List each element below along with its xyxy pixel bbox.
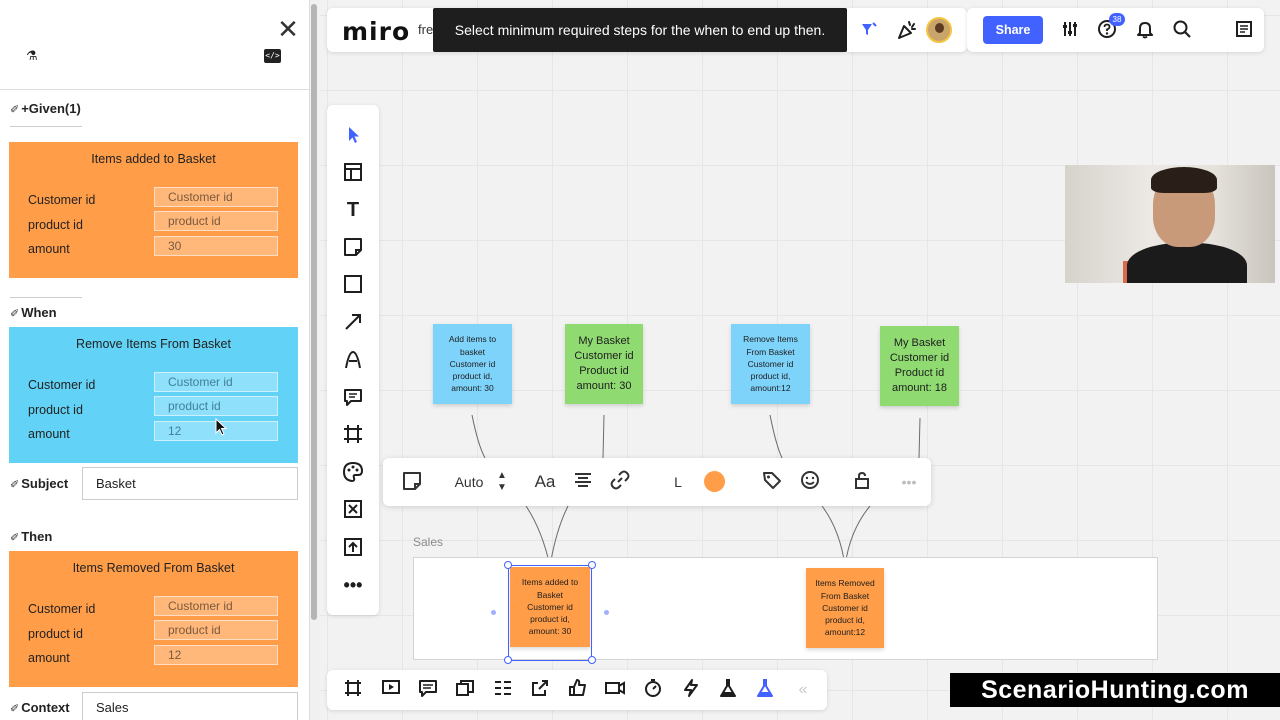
given-section-label[interactable]: ✐ +Given(1) [10, 101, 81, 116]
connector-dot[interactable] [604, 610, 609, 615]
field-label: product id [28, 627, 83, 641]
context-section-label: ✐ Context [10, 700, 70, 715]
then-card: Items Removed From Basket Customer id Cu… [9, 551, 298, 687]
field-label: amount [28, 242, 70, 256]
given-card-title: Items added to Basket [91, 152, 216, 166]
context-label: Context [21, 700, 70, 715]
product-id-input[interactable]: product id [154, 211, 278, 231]
close-icon[interactable]: ✕ [276, 16, 300, 42]
kanban-icon[interactable] [491, 678, 515, 702]
collapse-toolbar-icon[interactable]: « [791, 678, 815, 702]
scenario-panel: ✕ ⚗ </> ✐ +Given(1) Items added to Basket… [0, 0, 310, 720]
sticky-note[interactable]: Add items to basket Customer id product … [433, 324, 512, 404]
given-card: Items added to Basket Customer id Custom… [9, 142, 298, 278]
flask-active-icon[interactable] [753, 678, 777, 702]
sticky-note[interactable]: Items Removed From Basket Customer id pr… [806, 568, 884, 648]
frame-label[interactable]: Sales [413, 535, 443, 549]
flask-icon[interactable] [716, 678, 740, 702]
customer-id-input[interactable]: Customer id [154, 187, 278, 207]
divider [10, 297, 82, 298]
pin-icon: ✐ [10, 479, 20, 491]
pin-icon: ✐ [10, 532, 20, 544]
size-button[interactable]: L [668, 470, 688, 494]
mouse-cursor-icon [215, 418, 227, 436]
webcam-video [1065, 165, 1275, 283]
thumbs-up-icon[interactable] [566, 678, 590, 702]
lightning-icon[interactable] [679, 678, 703, 702]
product-id-input[interactable]: product id [154, 620, 278, 640]
divider [10, 126, 82, 127]
when-card-title: Remove Items From Basket [76, 337, 231, 351]
resize-handle[interactable] [588, 561, 596, 569]
more-options-icon[interactable]: ••• [896, 470, 922, 494]
share-out-icon[interactable] [528, 678, 552, 702]
subject-section-label: ✐ Subject [10, 476, 68, 491]
field-label: amount [28, 651, 70, 665]
presentation-icon[interactable] [379, 678, 403, 702]
context-input[interactable]: Sales [82, 692, 298, 720]
panel-scrollbar-thumb[interactable] [311, 4, 317, 620]
then-section-label[interactable]: ✐ Then [10, 529, 52, 544]
field-label: Customer id [28, 602, 96, 616]
sticky-type-icon[interactable] [400, 470, 424, 494]
tag-icon[interactable] [760, 470, 784, 494]
divider [0, 89, 309, 90]
emoji-icon[interactable] [798, 470, 822, 494]
pin-icon: ✐ [10, 104, 20, 116]
color-swatch[interactable] [704, 471, 725, 492]
comments-icon[interactable] [416, 678, 440, 702]
watermark: ScenarioHunting.com [950, 673, 1280, 707]
code-icon[interactable]: </> [264, 49, 281, 63]
given-label: +Given(1) [21, 101, 81, 116]
font-style-button[interactable]: Aa [532, 470, 558, 494]
sticky-note[interactable]: My Basket Customer id Product id amount:… [565, 324, 643, 404]
selection-box[interactable] [508, 565, 592, 661]
when-label: When [21, 305, 57, 320]
subject-input[interactable]: Basket [82, 467, 298, 500]
cards-icon[interactable] [453, 678, 477, 702]
resize-handle[interactable] [504, 561, 512, 569]
amount-input[interactable]: 12 [154, 645, 278, 665]
when-section-label[interactable]: ✐ When [10, 305, 57, 320]
sticky-note[interactable]: My Basket Customer id Product id amount:… [880, 326, 959, 406]
resize-handle[interactable] [588, 656, 596, 664]
video-icon[interactable] [603, 678, 627, 702]
link-icon[interactable] [608, 470, 632, 494]
customer-id-input[interactable]: Customer id [154, 596, 278, 616]
field-label: product id [28, 218, 83, 232]
flask-icon[interactable]: ⚗ [26, 48, 42, 64]
customer-id-input[interactable]: Customer id [154, 372, 278, 392]
then-label: Then [21, 529, 53, 544]
subject-label: Subject [21, 476, 69, 491]
then-card-title: Items Removed From Basket [72, 561, 235, 575]
field-label: amount [28, 427, 70, 441]
field-label: Customer id [28, 193, 96, 207]
sticky-note[interactable]: Remove Items From Basket Customer id pro… [731, 324, 810, 404]
when-card: Remove Items From Basket Customer id Cus… [9, 327, 298, 463]
field-label: product id [28, 403, 83, 417]
font-size-auto[interactable]: Auto [451, 470, 487, 494]
resize-handle[interactable] [504, 656, 512, 664]
stepper-icon[interactable]: ▲ ▼ [494, 470, 510, 494]
pin-icon: ✐ [10, 703, 20, 715]
amount-input[interactable]: 30 [154, 236, 278, 256]
lock-icon[interactable] [850, 470, 874, 494]
connector-dot[interactable] [491, 610, 496, 615]
timer-icon[interactable] [641, 678, 665, 702]
frames-icon[interactable] [341, 678, 365, 702]
pin-icon: ✐ [10, 308, 20, 320]
field-label: Customer id [28, 378, 96, 392]
align-icon[interactable] [571, 470, 595, 494]
product-id-input[interactable]: product id [154, 396, 278, 416]
